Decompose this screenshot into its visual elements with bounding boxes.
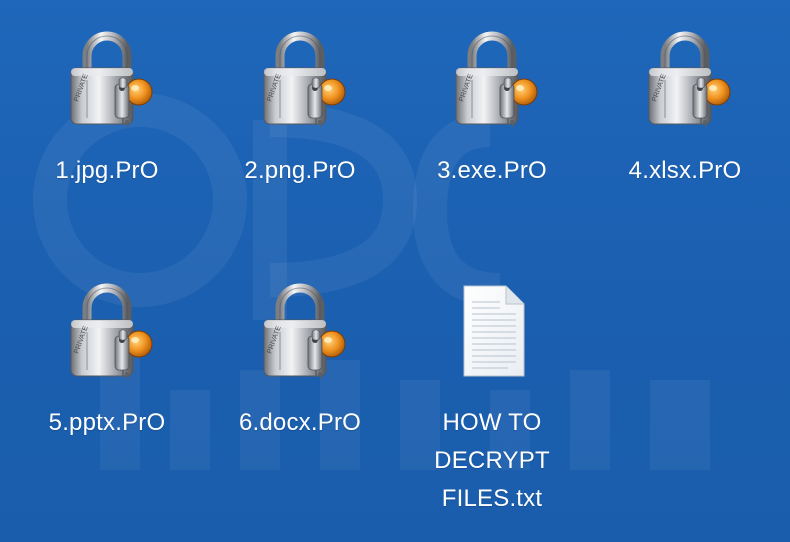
text-document-icon bbox=[463, 285, 525, 377]
file-icon-3[interactable]: 3.exe.PrO bbox=[407, 28, 577, 190]
padlock-icon bbox=[250, 28, 350, 128]
ransom-note-file-icon[interactable]: HOW TO DECRYPT FILES.txt bbox=[407, 280, 577, 518]
file-label: 6.docx.PrO bbox=[238, 409, 362, 436]
desktop-folder-view: 1.jpg.PrO 2.png.PrO 3.exe.PrO 4.xlsx.PrO… bbox=[0, 0, 790, 542]
file-icon-6[interactable]: 6.docx.PrO bbox=[215, 280, 385, 442]
file-label: 5.pptx.PrO bbox=[48, 409, 166, 436]
file-icon-4[interactable]: 4.xlsx.PrO bbox=[600, 28, 770, 190]
file-label: HOW TO DECRYPT FILES.txt bbox=[434, 409, 550, 512]
file-label: 4.xlsx.PrO bbox=[628, 157, 742, 184]
padlock-icon bbox=[57, 280, 157, 380]
file-label: 3.exe.PrO bbox=[437, 157, 547, 184]
padlock-icon bbox=[635, 28, 735, 128]
padlock-icon bbox=[250, 280, 350, 380]
file-icon-1[interactable]: 1.jpg.PrO bbox=[22, 28, 192, 190]
padlock-icon bbox=[57, 28, 157, 128]
file-label: 2.png.PrO bbox=[244, 157, 356, 184]
file-icon-2[interactable]: 2.png.PrO bbox=[215, 28, 385, 190]
file-label: 1.jpg.PrO bbox=[55, 157, 159, 184]
padlock-icon bbox=[442, 28, 542, 128]
file-icon-5[interactable]: 5.pptx.PrO bbox=[22, 280, 192, 442]
